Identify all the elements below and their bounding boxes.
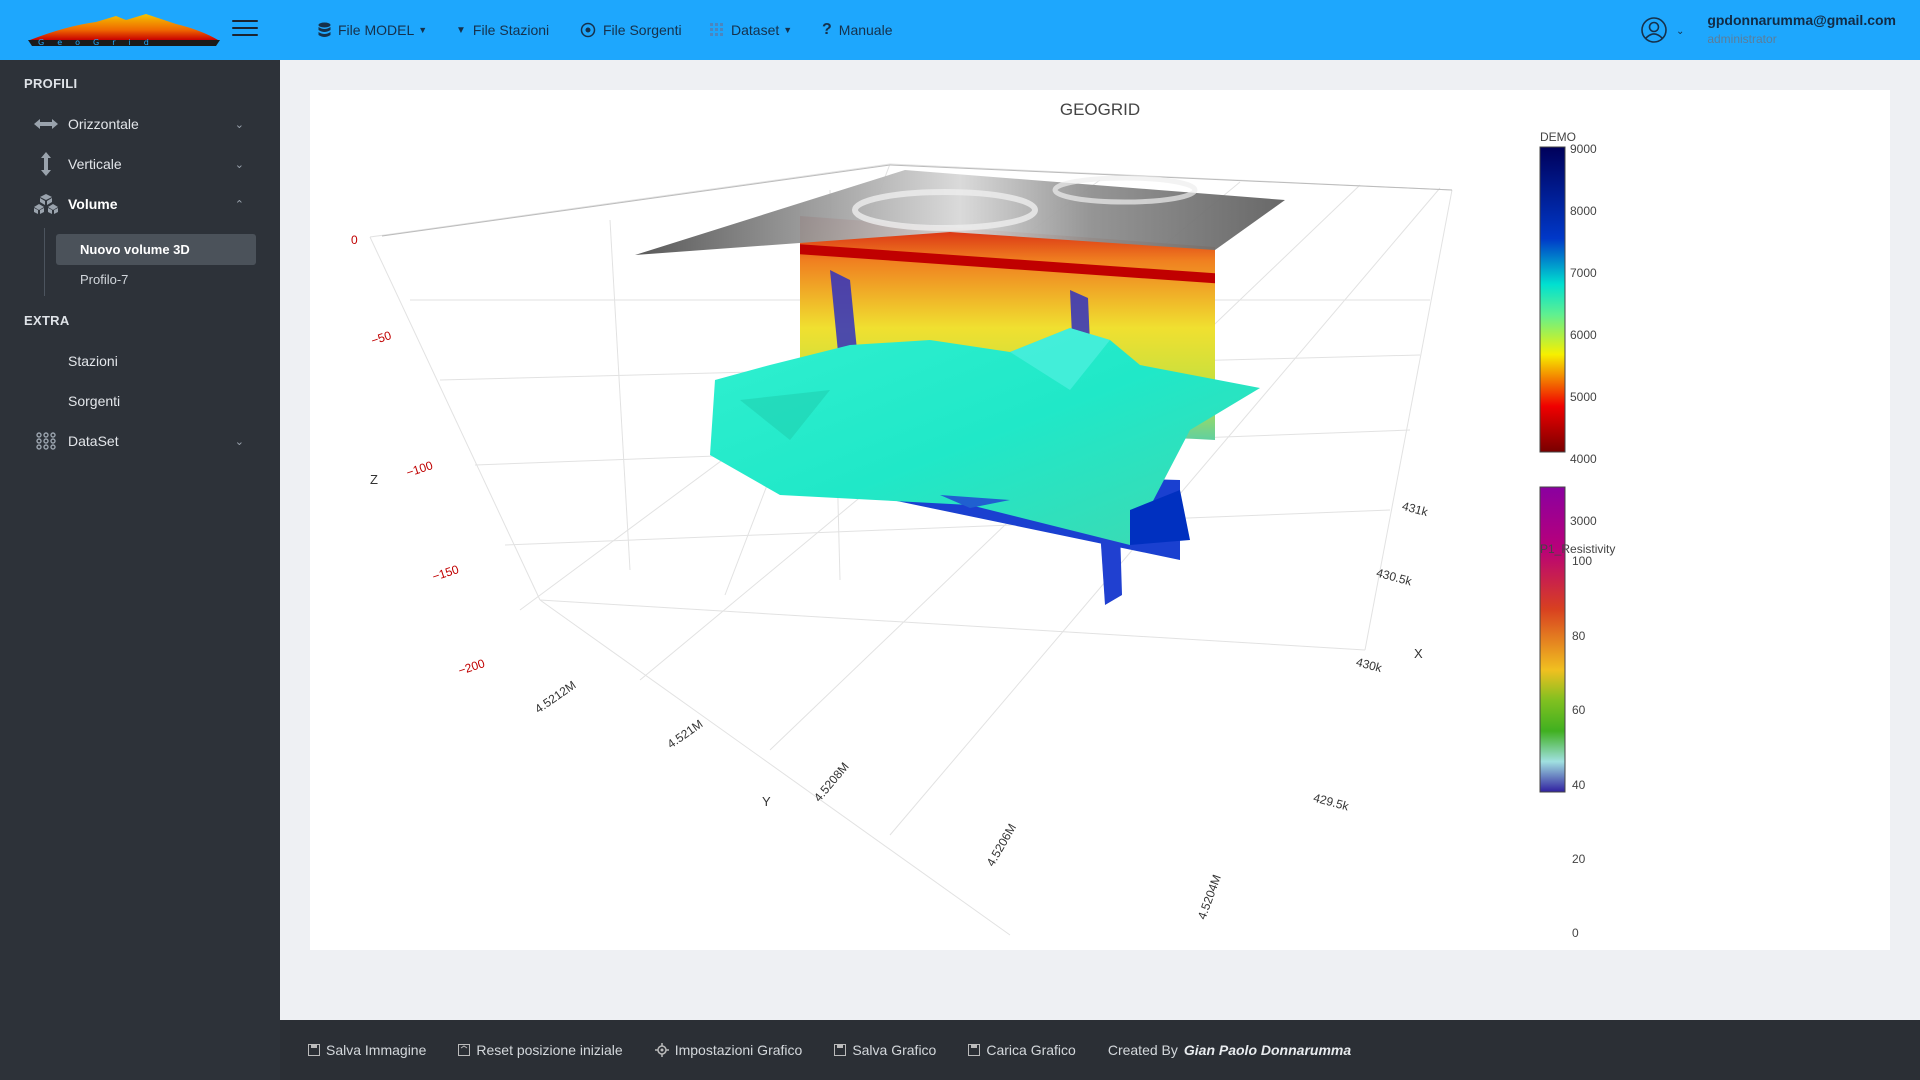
nav-file-stazioni[interactable]: ▼ File Stazioni xyxy=(456,0,549,60)
sidebar-item-volume[interactable]: Volume ⌃ xyxy=(0,186,280,222)
nav-label: File MODEL xyxy=(338,22,415,38)
colorbar-resistivity xyxy=(1539,486,1566,793)
colorbar-tick: 6000 xyxy=(1570,328,1597,342)
vertical-arrows-icon xyxy=(32,151,60,177)
chevron-down-icon[interactable]: ⌄ xyxy=(1676,26,1684,37)
nav-dataset[interactable]: Dataset ▼ xyxy=(710,0,792,60)
sidebar-item-label: Verticale xyxy=(68,156,122,172)
z-tick: 0 xyxy=(351,233,358,247)
chevron-down-icon: ▼ xyxy=(456,24,466,36)
submenu-line xyxy=(44,228,45,296)
colorbar-tick: 3000 xyxy=(1570,514,1597,528)
colorbar-tick: 8000 xyxy=(1570,204,1597,218)
nav-label: Dataset xyxy=(731,22,780,38)
sidebar-item-dataset[interactable]: DataSet ⌄ xyxy=(0,423,280,459)
save-image-button[interactable]: Salva Immagine xyxy=(308,1042,426,1058)
plot-container[interactable]: GEOGRID 0 −50 −100 −150 −200 Z 4.5212M 4… xyxy=(310,90,1890,950)
colorbar-tick: 20 xyxy=(1572,852,1586,866)
nav-label: File Stazioni xyxy=(472,22,550,38)
user-avatar-icon[interactable] xyxy=(1640,16,1668,44)
chart-settings-button[interactable]: Impostazioni Grafico xyxy=(654,1042,803,1058)
colorbar-tick: 5000 xyxy=(1570,390,1597,404)
nav-manuale[interactable]: ? Manuale xyxy=(822,0,892,60)
save-icon xyxy=(308,1044,320,1056)
colorbar-tick: 0 xyxy=(1572,926,1579,940)
sidebar-subitem-profilo-7[interactable]: Profilo-7 xyxy=(80,272,128,287)
menu-toggle-button[interactable] xyxy=(232,20,258,40)
nav-file-model[interactable]: File MODEL ▼ xyxy=(318,0,427,60)
nav-label: Manuale xyxy=(838,22,893,38)
logo-area: GeoGrid xyxy=(0,0,280,60)
sidebar-item-orizzontale[interactable]: Orizzontale ⌄ xyxy=(0,106,280,142)
button-label: Salva Grafico xyxy=(852,1042,937,1058)
reset-icon xyxy=(458,1044,471,1056)
chevron-up-icon: ⌃ xyxy=(234,198,244,211)
caret-down-icon: ▼ xyxy=(783,25,793,35)
grid-icon xyxy=(710,23,724,37)
save-icon xyxy=(834,1044,847,1056)
section-title-extra: EXTRA xyxy=(24,313,70,328)
button-label: Carica Grafico xyxy=(986,1042,1076,1058)
colorbar-tick: 40 xyxy=(1572,778,1586,792)
plot-3d[interactable] xyxy=(310,90,1890,950)
horizontal-arrows-icon xyxy=(32,117,60,131)
credit-author: Gian Paolo Donnarumma xyxy=(1183,1042,1352,1058)
caret-down-icon: ▼ xyxy=(418,25,428,35)
x-axis-label: X xyxy=(1414,646,1423,661)
user-email: gpdonnarumma@gmail.com xyxy=(1707,12,1896,28)
nav-file-sorgenti[interactable]: File Sorgenti xyxy=(580,0,682,60)
user-role: administrator xyxy=(1707,32,1777,46)
y-axis-label: Y xyxy=(762,794,771,809)
sidebar-item-label: DataSet xyxy=(68,433,119,449)
colorbar-tick: 9000 xyxy=(1570,142,1597,156)
cubes-icon xyxy=(32,193,60,215)
sidebar-item-label: Volume xyxy=(68,196,118,212)
button-label: Impostazioni Grafico xyxy=(674,1042,803,1058)
colorbar-tick: 80 xyxy=(1572,629,1586,643)
grid-dots-icon xyxy=(32,432,60,450)
button-label: Salva Immagine xyxy=(326,1042,427,1058)
colorbar-tick: 100 xyxy=(1572,554,1593,568)
geogrid-logo: GeoGrid xyxy=(28,14,220,47)
nav-label: File Sorgenti xyxy=(603,22,682,38)
sidebar-item-verticale[interactable]: Verticale ⌄ xyxy=(0,146,280,182)
user-info[interactable]: gpdonnarumma@gmail.com administrator xyxy=(1707,12,1896,46)
section-title-profili: PROFILI xyxy=(24,76,78,91)
z-axis-label: Z xyxy=(370,472,378,487)
top-navbar: File MODEL ▼ ▼ File Stazioni File Sorgent… xyxy=(280,0,1920,60)
sidebar-item-label: Sorgenti xyxy=(68,393,121,409)
svg-text:GeoGrid: GeoGrid xyxy=(38,38,162,47)
colorbar-tick: 4000 xyxy=(1570,452,1597,466)
colorbar-tick: 7000 xyxy=(1570,266,1597,280)
gear-icon xyxy=(654,1043,669,1057)
sidebar: GeoGrid PROFILI Orizzontale ⌄ Verticale … xyxy=(0,0,280,1080)
sidebar-item-label: Orizzontale xyxy=(68,116,139,132)
question-icon: ? xyxy=(822,21,832,38)
chevron-down-icon: ⌄ xyxy=(234,435,244,448)
save-chart-button[interactable]: Salva Grafico xyxy=(834,1042,936,1058)
chevron-down-icon: ⌄ xyxy=(234,158,244,171)
credit-prefix: Created By xyxy=(1107,1042,1178,1058)
load-chart-button[interactable]: Carica Grafico xyxy=(968,1042,1076,1058)
database-icon xyxy=(318,22,331,38)
chevron-down-icon: ⌄ xyxy=(234,118,244,131)
sidebar-item-sorgenti[interactable]: Sorgenti xyxy=(0,383,280,419)
load-icon xyxy=(968,1044,981,1056)
reset-position-button[interactable]: Reset posizione iniziale xyxy=(458,1042,623,1058)
colorbar-demo xyxy=(1539,146,1566,453)
sidebar-subitem-nuovo-volume-3d[interactable]: Nuovo volume 3D xyxy=(56,234,256,265)
target-icon xyxy=(580,22,596,38)
footer-toolbar: Salva Immagine Reset posizione iniziale … xyxy=(280,1020,1920,1080)
sidebar-item-stazioni[interactable]: Stazioni xyxy=(0,343,280,379)
button-label: Reset posizione iniziale xyxy=(476,1042,623,1058)
colorbar-tick: 60 xyxy=(1572,703,1586,717)
credit-text: Created By Gian Paolo Donnarumma xyxy=(1108,1042,1351,1058)
sidebar-item-label: Stazioni xyxy=(68,353,118,369)
